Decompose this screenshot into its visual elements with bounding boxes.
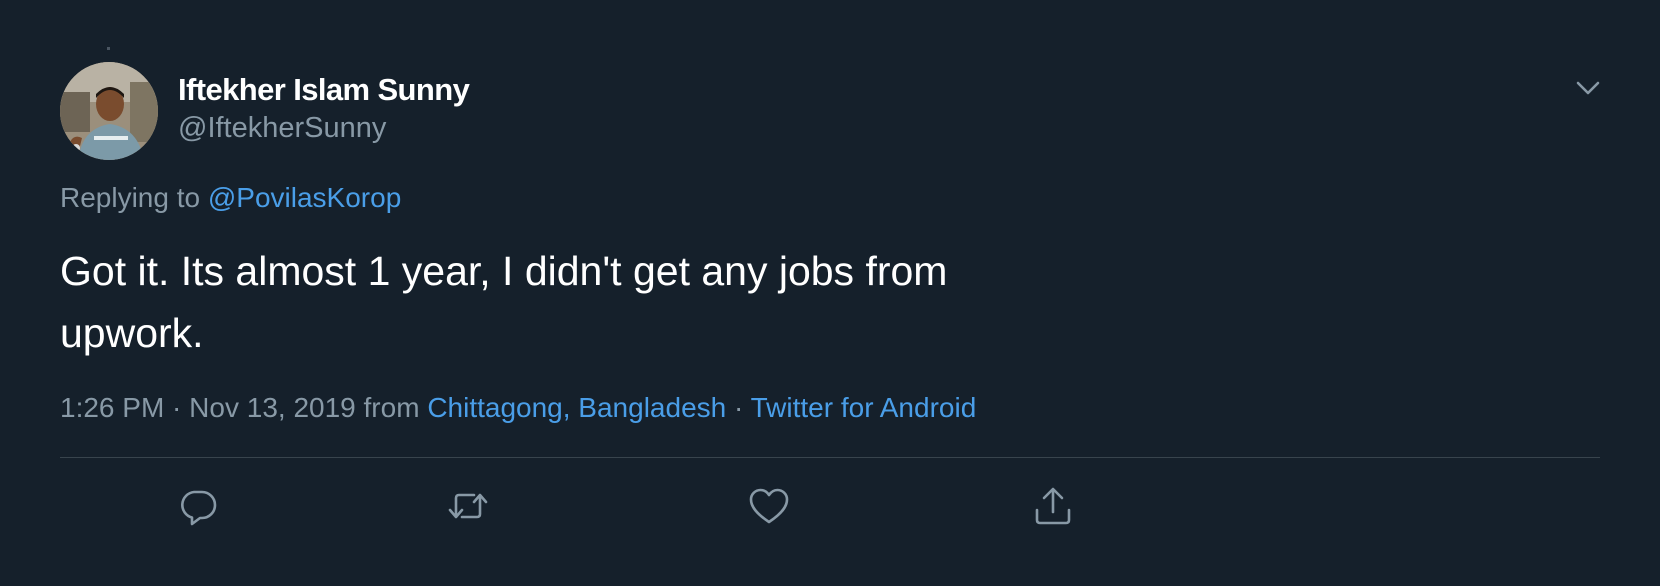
retweet-icon bbox=[448, 493, 488, 519]
share-icon bbox=[1035, 487, 1071, 525]
chevron-down-icon bbox=[1576, 81, 1600, 95]
divider bbox=[60, 457, 1600, 458]
replying-prefix: Replying to bbox=[60, 182, 208, 213]
meta-separator: · bbox=[164, 392, 190, 423]
tweet-text: Got it. Its almost 1 year, I didn't get … bbox=[60, 240, 1060, 364]
avatar-image bbox=[60, 62, 158, 160]
share-button[interactable] bbox=[1031, 484, 1075, 528]
tweet-text-line: upwork. bbox=[60, 310, 204, 356]
decorative-dot bbox=[107, 47, 110, 50]
tweet-metadata: 1:26 PM · Nov 13, 2019 from Chittagong, … bbox=[60, 392, 976, 424]
tweet-source-link[interactable]: Twitter for Android bbox=[751, 392, 977, 423]
tweet-time[interactable]: 1:26 PM bbox=[60, 392, 164, 423]
tweet-location-link[interactable]: Chittagong, Bangladesh bbox=[427, 392, 726, 423]
tweet-text-line: Got it. Its almost 1 year, I didn't get … bbox=[60, 248, 948, 294]
like-button[interactable] bbox=[747, 484, 791, 528]
author-display-name[interactable]: Iftekher Islam Sunny bbox=[178, 72, 470, 108]
tweet-date[interactable]: Nov 13, 2019 bbox=[189, 392, 356, 423]
reply-icon bbox=[181, 490, 217, 526]
heart-icon bbox=[749, 488, 789, 524]
author-handle[interactable]: @IftekherSunny bbox=[178, 112, 386, 145]
meta-separator: · bbox=[726, 392, 751, 423]
meta-from: from bbox=[355, 392, 428, 423]
retweet-button[interactable] bbox=[446, 484, 490, 528]
avatar[interactable] bbox=[60, 62, 158, 160]
replying-to-mention[interactable]: @PovilasKorop bbox=[208, 182, 401, 213]
tweet-detail: Iftekher Islam Sunny @IftekherSunny Repl… bbox=[0, 0, 1660, 586]
more-options-button[interactable] bbox=[1570, 70, 1606, 106]
replying-to-line: Replying to @PovilasKorop bbox=[60, 182, 401, 214]
reply-button[interactable] bbox=[176, 484, 220, 528]
